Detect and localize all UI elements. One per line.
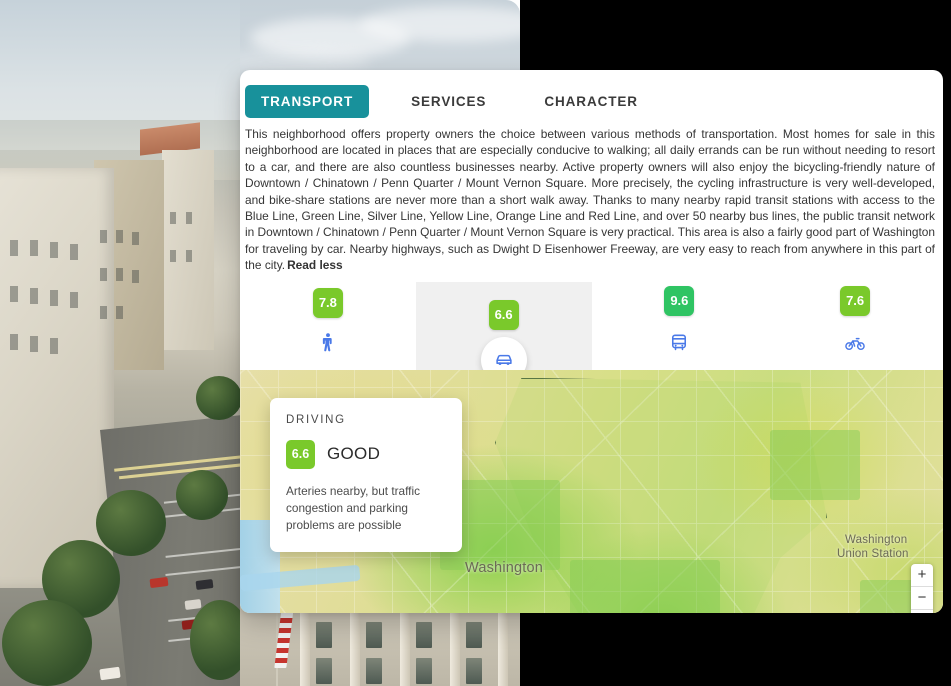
score-column-transit[interactable]: 9.6 xyxy=(592,282,768,370)
map-label-union-station: Union Station xyxy=(837,547,909,560)
column-shape xyxy=(350,608,360,686)
column-shape xyxy=(400,608,410,686)
window-shape xyxy=(132,232,139,245)
window-shape xyxy=(100,306,107,319)
column-shape xyxy=(498,608,508,686)
window-shape xyxy=(100,230,107,243)
score-column-walking[interactable]: 7.8 xyxy=(240,282,416,370)
compass-north-icon[interactable] xyxy=(911,610,933,613)
window-shape xyxy=(366,658,382,684)
window-shape xyxy=(70,244,78,260)
car-shape xyxy=(184,599,202,610)
score-badge-transit: 9.6 xyxy=(664,285,695,316)
transport-score-strip: 7.8 6.6 9.6 7.6 xyxy=(240,281,943,383)
window-shape xyxy=(316,658,332,684)
street-photo-left xyxy=(0,0,240,686)
score-badge-driving: 6.6 xyxy=(488,299,519,330)
bus-icon xyxy=(666,330,692,356)
map-label-washington: Washington xyxy=(465,559,544,576)
tree-shape xyxy=(96,490,166,556)
window-shape xyxy=(100,268,107,281)
crosswalk-marking xyxy=(165,545,240,558)
car-shape xyxy=(99,666,121,681)
window-shape xyxy=(30,336,38,352)
map-label-washington-union: Washington xyxy=(845,533,908,546)
lane-marking xyxy=(114,453,240,472)
window-shape xyxy=(10,334,18,350)
window-shape xyxy=(170,212,176,224)
popup-score-badge: 6.6 xyxy=(286,439,315,469)
tab-transport[interactable]: TRANSPORT xyxy=(245,84,370,118)
neighborhood-map[interactable]: Washington Washington Union Station Dirk… xyxy=(240,369,943,613)
score-badge-walking: 7.8 xyxy=(312,287,343,318)
window-shape xyxy=(50,242,58,258)
score-column-driving[interactable]: 6.6 xyxy=(415,281,592,383)
window-shape xyxy=(316,622,332,648)
transport-description: This neighborhood offers property owners… xyxy=(240,122,943,274)
window-shape xyxy=(116,268,123,281)
window-shape xyxy=(116,230,123,243)
crosswalk-marking xyxy=(165,563,240,576)
window-shape xyxy=(50,290,58,306)
bicycle-icon xyxy=(842,330,868,356)
tree-shape xyxy=(176,470,228,520)
window-shape xyxy=(186,212,192,224)
window-shape xyxy=(70,292,78,308)
tree-shape xyxy=(196,376,240,420)
column-shape xyxy=(450,608,460,686)
window-shape xyxy=(186,250,192,262)
tab-character[interactable]: CHARACTER xyxy=(528,85,654,118)
window-shape xyxy=(170,250,176,262)
window-shape xyxy=(416,622,432,648)
window-shape xyxy=(50,338,58,354)
tab-bar: TRANSPORT SERVICES CHARACTER xyxy=(240,70,943,122)
zoom-out-button[interactable]: − xyxy=(911,587,933,610)
window-shape xyxy=(366,622,382,648)
popup-score-row: 6.6 GOOD xyxy=(286,439,446,469)
description-text: This neighborhood offers property owners… xyxy=(245,127,936,273)
driving-detail-popup: DRIVING 6.6 GOOD Arteries nearby, but tr… xyxy=(270,397,462,552)
score-badge-cycling: 7.6 xyxy=(840,285,871,316)
window-shape xyxy=(30,240,38,256)
map-zoom-controls[interactable]: + − xyxy=(911,563,933,613)
window-shape xyxy=(466,622,482,648)
window-shape xyxy=(466,658,482,684)
window-shape xyxy=(30,288,38,304)
read-less-link[interactable]: Read less xyxy=(287,258,343,272)
score-column-cycling[interactable]: 7.6 xyxy=(767,282,943,370)
window-shape xyxy=(416,658,432,684)
window-shape xyxy=(10,286,18,302)
popup-verdict: GOOD xyxy=(327,444,381,464)
zoom-in-button[interactable]: + xyxy=(911,564,933,587)
window-shape xyxy=(116,306,123,319)
column-shape xyxy=(300,608,310,686)
window-shape xyxy=(10,240,18,256)
pedestrian-icon xyxy=(315,330,341,356)
neighborhood-info-panel: TRANSPORT SERVICES CHARACTER This neighb… xyxy=(240,70,943,613)
tree-shape xyxy=(2,600,92,686)
tab-services[interactable]: SERVICES xyxy=(395,85,502,118)
popup-title: DRIVING xyxy=(286,413,346,426)
popup-description: Arteries nearby, but traffic congestion … xyxy=(286,483,420,532)
window-shape xyxy=(132,270,139,283)
